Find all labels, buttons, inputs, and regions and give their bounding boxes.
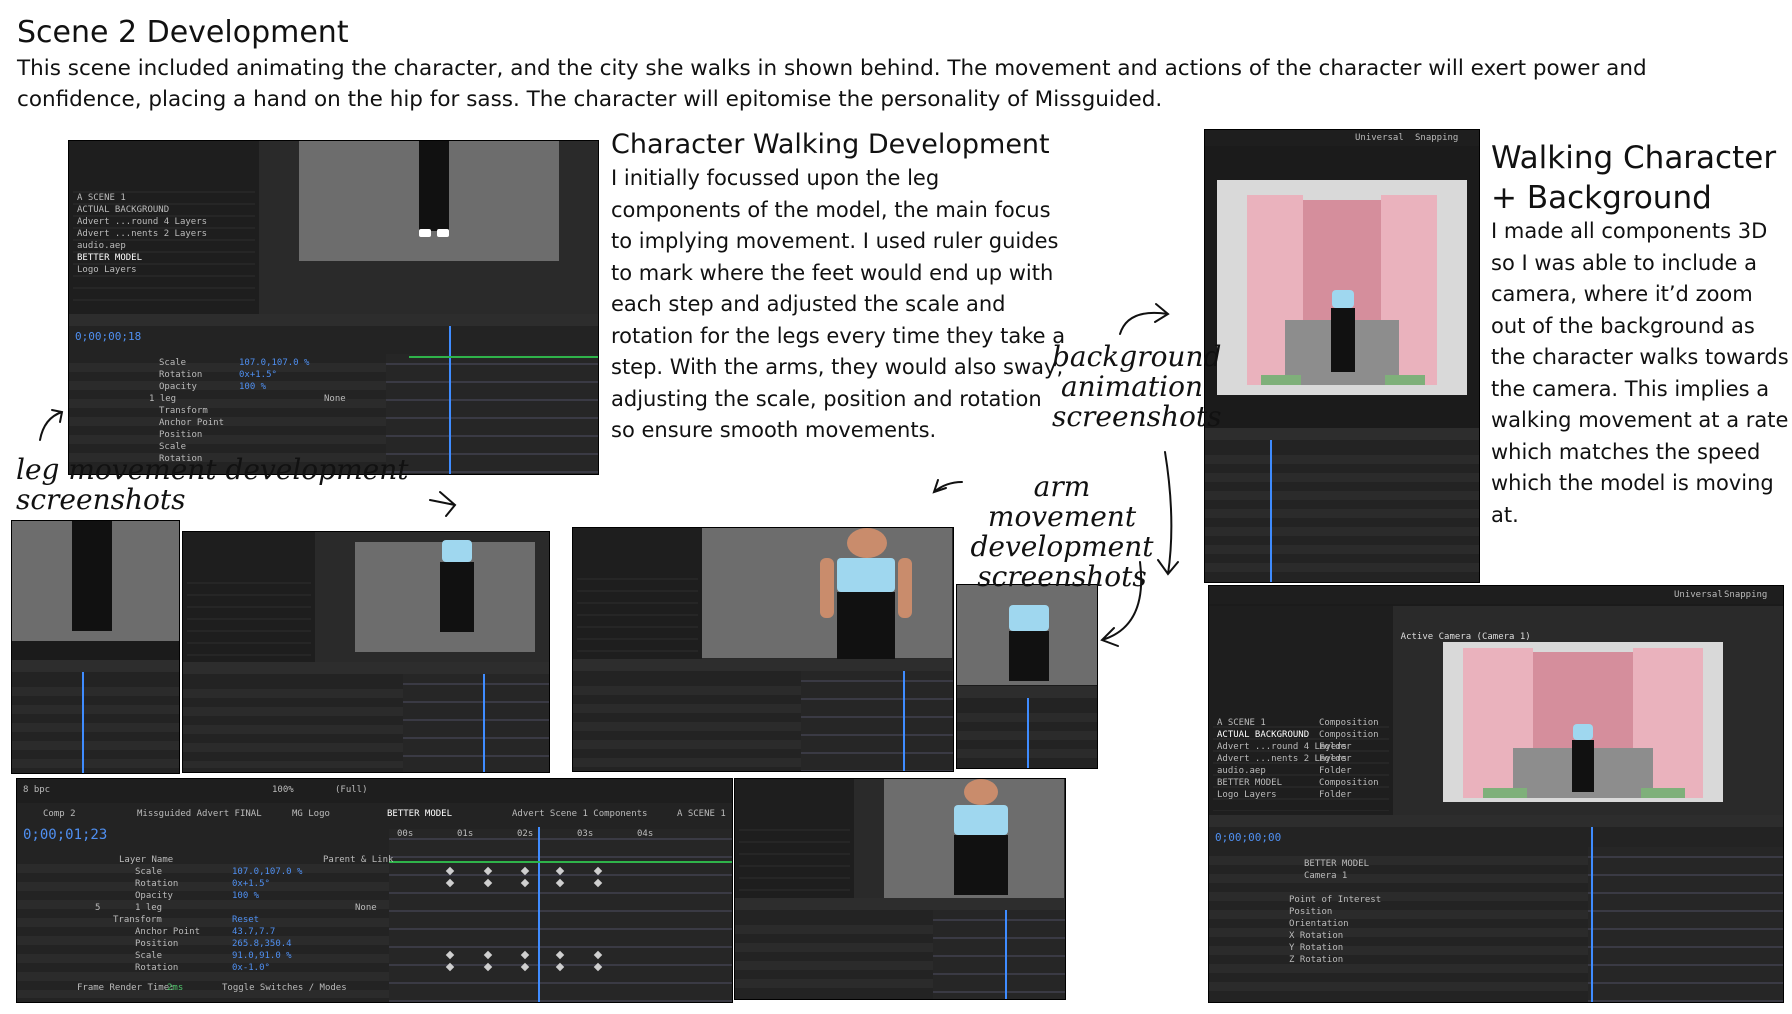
leg-arrow-down <box>429 491 457 517</box>
arm-arrow-down <box>1100 561 1143 647</box>
bg-arrow-down <box>1157 451 1179 576</box>
bg-arrow-right <box>1119 303 1170 335</box>
leg-arrow-up <box>39 409 64 441</box>
arm-arrow-left <box>932 479 963 494</box>
handdrawn-arrows <box>39 303 1179 647</box>
